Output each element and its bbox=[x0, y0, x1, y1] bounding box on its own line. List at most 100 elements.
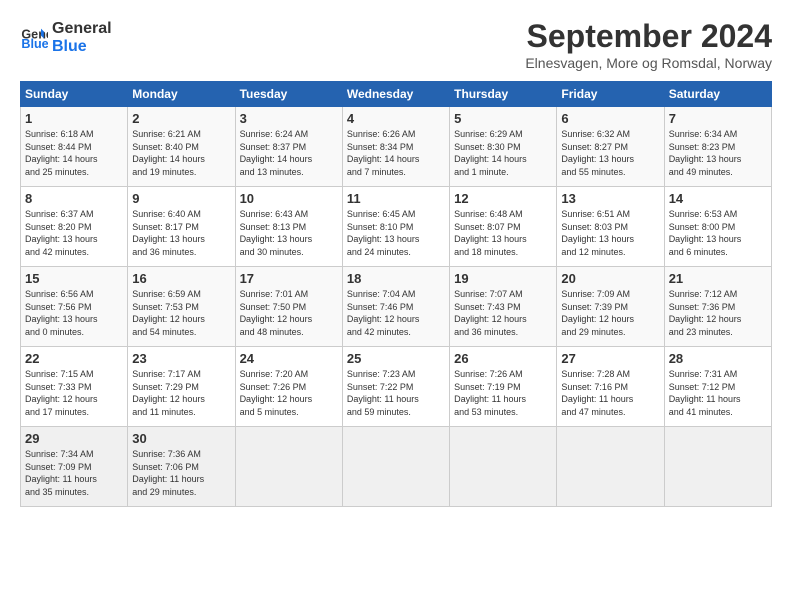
col-monday: Monday bbox=[128, 82, 235, 107]
col-saturday: Saturday bbox=[664, 82, 771, 107]
day-number: 7 bbox=[669, 111, 767, 126]
day-number: 1 bbox=[25, 111, 123, 126]
table-row: 15 Sunrise: 6:56 AM Sunset: 7:56 PM Dayli… bbox=[21, 267, 128, 347]
svg-text:Blue: Blue bbox=[21, 37, 48, 51]
calendar-page: General Blue General Blue September 2024… bbox=[0, 0, 792, 517]
table-row bbox=[235, 427, 342, 507]
col-tuesday: Tuesday bbox=[235, 82, 342, 107]
day-info: Sunrise: 7:26 AM Sunset: 7:19 PM Dayligh… bbox=[454, 368, 552, 418]
table-row: 4 Sunrise: 6:26 AM Sunset: 8:34 PM Daylig… bbox=[342, 107, 449, 187]
table-row: 25 Sunrise: 7:23 AM Sunset: 7:22 PM Dayli… bbox=[342, 347, 449, 427]
day-info: Sunrise: 7:04 AM Sunset: 7:46 PM Dayligh… bbox=[347, 288, 445, 338]
day-info: Sunrise: 6:37 AM Sunset: 8:20 PM Dayligh… bbox=[25, 208, 123, 258]
table-row: 29 Sunrise: 7:34 AM Sunset: 7:09 PM Dayli… bbox=[21, 427, 128, 507]
table-row: 11 Sunrise: 6:45 AM Sunset: 8:10 PM Dayli… bbox=[342, 187, 449, 267]
day-number: 17 bbox=[240, 271, 338, 286]
day-info: Sunrise: 6:48 AM Sunset: 8:07 PM Dayligh… bbox=[454, 208, 552, 258]
day-number: 14 bbox=[669, 191, 767, 206]
table-row: 20 Sunrise: 7:09 AM Sunset: 7:39 PM Dayli… bbox=[557, 267, 664, 347]
day-number: 22 bbox=[25, 351, 123, 366]
day-number: 16 bbox=[132, 271, 230, 286]
day-info: Sunrise: 6:21 AM Sunset: 8:40 PM Dayligh… bbox=[132, 128, 230, 178]
table-row: 1 Sunrise: 6:18 AM Sunset: 8:44 PM Daylig… bbox=[21, 107, 128, 187]
day-info: Sunrise: 7:17 AM Sunset: 7:29 PM Dayligh… bbox=[132, 368, 230, 418]
day-number: 5 bbox=[454, 111, 552, 126]
day-info: Sunrise: 7:34 AM Sunset: 7:09 PM Dayligh… bbox=[25, 448, 123, 498]
day-info: Sunrise: 6:56 AM Sunset: 7:56 PM Dayligh… bbox=[25, 288, 123, 338]
calendar-week-row: 22 Sunrise: 7:15 AM Sunset: 7:33 PM Dayli… bbox=[21, 347, 772, 427]
day-info: Sunrise: 6:32 AM Sunset: 8:27 PM Dayligh… bbox=[561, 128, 659, 178]
day-info: Sunrise: 6:45 AM Sunset: 8:10 PM Dayligh… bbox=[347, 208, 445, 258]
day-info: Sunrise: 6:34 AM Sunset: 8:23 PM Dayligh… bbox=[669, 128, 767, 178]
day-info: Sunrise: 7:23 AM Sunset: 7:22 PM Dayligh… bbox=[347, 368, 445, 418]
day-number: 24 bbox=[240, 351, 338, 366]
table-row: 30 Sunrise: 7:36 AM Sunset: 7:06 PM Dayli… bbox=[128, 427, 235, 507]
day-number: 12 bbox=[454, 191, 552, 206]
table-row: 28 Sunrise: 7:31 AM Sunset: 7:12 PM Dayli… bbox=[664, 347, 771, 427]
table-row: 6 Sunrise: 6:32 AM Sunset: 8:27 PM Daylig… bbox=[557, 107, 664, 187]
title-block: September 2024 Elnesvagen, More og Romsd… bbox=[525, 18, 772, 71]
day-number: 3 bbox=[240, 111, 338, 126]
table-row: 14 Sunrise: 6:53 AM Sunset: 8:00 PM Dayli… bbox=[664, 187, 771, 267]
table-row bbox=[450, 427, 557, 507]
day-info: Sunrise: 7:09 AM Sunset: 7:39 PM Dayligh… bbox=[561, 288, 659, 338]
logo-blue: Blue bbox=[52, 38, 112, 56]
col-thursday: Thursday bbox=[450, 82, 557, 107]
day-number: 18 bbox=[347, 271, 445, 286]
calendar-week-row: 29 Sunrise: 7:34 AM Sunset: 7:09 PM Dayli… bbox=[21, 427, 772, 507]
day-number: 2 bbox=[132, 111, 230, 126]
day-number: 6 bbox=[561, 111, 659, 126]
table-row: 10Sunrise: 6:43 AM Sunset: 8:13 PM Dayli… bbox=[235, 187, 342, 267]
day-number: 15 bbox=[25, 271, 123, 286]
day-info: Sunrise: 6:18 AM Sunset: 8:44 PM Dayligh… bbox=[25, 128, 123, 178]
table-row: 8Sunrise: 6:37 AM Sunset: 8:20 PM Daylig… bbox=[21, 187, 128, 267]
day-info: Sunrise: 6:26 AM Sunset: 8:34 PM Dayligh… bbox=[347, 128, 445, 178]
col-sunday: Sunday bbox=[21, 82, 128, 107]
day-number: 25 bbox=[347, 351, 445, 366]
day-number: 28 bbox=[669, 351, 767, 366]
calendar-week-row: 1 Sunrise: 6:18 AM Sunset: 8:44 PM Daylig… bbox=[21, 107, 772, 187]
table-row bbox=[342, 427, 449, 507]
day-number: 9 bbox=[132, 191, 230, 206]
day-info: Sunrise: 6:24 AM Sunset: 8:37 PM Dayligh… bbox=[240, 128, 338, 178]
day-number: 30 bbox=[132, 431, 230, 446]
day-info: Sunrise: 7:01 AM Sunset: 7:50 PM Dayligh… bbox=[240, 288, 338, 338]
month-title: September 2024 bbox=[525, 18, 772, 55]
table-row bbox=[664, 427, 771, 507]
day-info: Sunrise: 6:53 AM Sunset: 8:00 PM Dayligh… bbox=[669, 208, 767, 258]
day-number: 19 bbox=[454, 271, 552, 286]
table-row: 2 Sunrise: 6:21 AM Sunset: 8:40 PM Daylig… bbox=[128, 107, 235, 187]
table-row: 12 Sunrise: 6:48 AM Sunset: 8:07 PM Dayli… bbox=[450, 187, 557, 267]
day-info: Sunrise: 7:20 AM Sunset: 7:26 PM Dayligh… bbox=[240, 368, 338, 418]
day-info: Sunrise: 6:59 AM Sunset: 7:53 PM Dayligh… bbox=[132, 288, 230, 338]
calendar-week-row: 8Sunrise: 6:37 AM Sunset: 8:20 PM Daylig… bbox=[21, 187, 772, 267]
day-number: 4 bbox=[347, 111, 445, 126]
table-row: 17 Sunrise: 7:01 AM Sunset: 7:50 PM Dayli… bbox=[235, 267, 342, 347]
day-number: 20 bbox=[561, 271, 659, 286]
table-row: 5 Sunrise: 6:29 AM Sunset: 8:30 PM Daylig… bbox=[450, 107, 557, 187]
day-info: Sunrise: 7:31 AM Sunset: 7:12 PM Dayligh… bbox=[669, 368, 767, 418]
day-info: Sunrise: 7:28 AM Sunset: 7:16 PM Dayligh… bbox=[561, 368, 659, 418]
table-row: 13Sunrise: 6:51 AM Sunset: 8:03 PM Dayli… bbox=[557, 187, 664, 267]
day-info: Sunrise: 6:43 AM Sunset: 8:13 PM Dayligh… bbox=[240, 208, 338, 258]
day-info: Sunrise: 7:15 AM Sunset: 7:33 PM Dayligh… bbox=[25, 368, 123, 418]
calendar-table: Sunday Monday Tuesday Wednesday Thursday… bbox=[20, 81, 772, 507]
location: Elnesvagen, More og Romsdal, Norway bbox=[525, 55, 772, 71]
day-info: Sunrise: 7:36 AM Sunset: 7:06 PM Dayligh… bbox=[132, 448, 230, 498]
day-number: 29 bbox=[25, 431, 123, 446]
table-row: 26Sunrise: 7:26 AM Sunset: 7:19 PM Dayli… bbox=[450, 347, 557, 427]
calendar-week-row: 15 Sunrise: 6:56 AM Sunset: 7:56 PM Dayli… bbox=[21, 267, 772, 347]
table-row: 16 Sunrise: 6:59 AM Sunset: 7:53 PM Dayli… bbox=[128, 267, 235, 347]
header: General Blue General Blue September 2024… bbox=[20, 18, 772, 71]
logo: General Blue General Blue bbox=[20, 18, 112, 55]
day-number: 11 bbox=[347, 191, 445, 206]
day-info: Sunrise: 6:29 AM Sunset: 8:30 PM Dayligh… bbox=[454, 128, 552, 178]
table-row: 22 Sunrise: 7:15 AM Sunset: 7:33 PM Dayli… bbox=[21, 347, 128, 427]
day-number: 13 bbox=[561, 191, 659, 206]
table-row: 3 Sunrise: 6:24 AM Sunset: 8:37 PM Daylig… bbox=[235, 107, 342, 187]
table-row: 27Sunrise: 7:28 AM Sunset: 7:16 PM Dayli… bbox=[557, 347, 664, 427]
table-row: 24 Sunrise: 7:20 AM Sunset: 7:26 PM Dayli… bbox=[235, 347, 342, 427]
table-row: 18 Sunrise: 7:04 AM Sunset: 7:46 PM Dayli… bbox=[342, 267, 449, 347]
table-row: 19Sunrise: 7:07 AM Sunset: 7:43 PM Dayli… bbox=[450, 267, 557, 347]
table-row: 21Sunrise: 7:12 AM Sunset: 7:36 PM Dayli… bbox=[664, 267, 771, 347]
